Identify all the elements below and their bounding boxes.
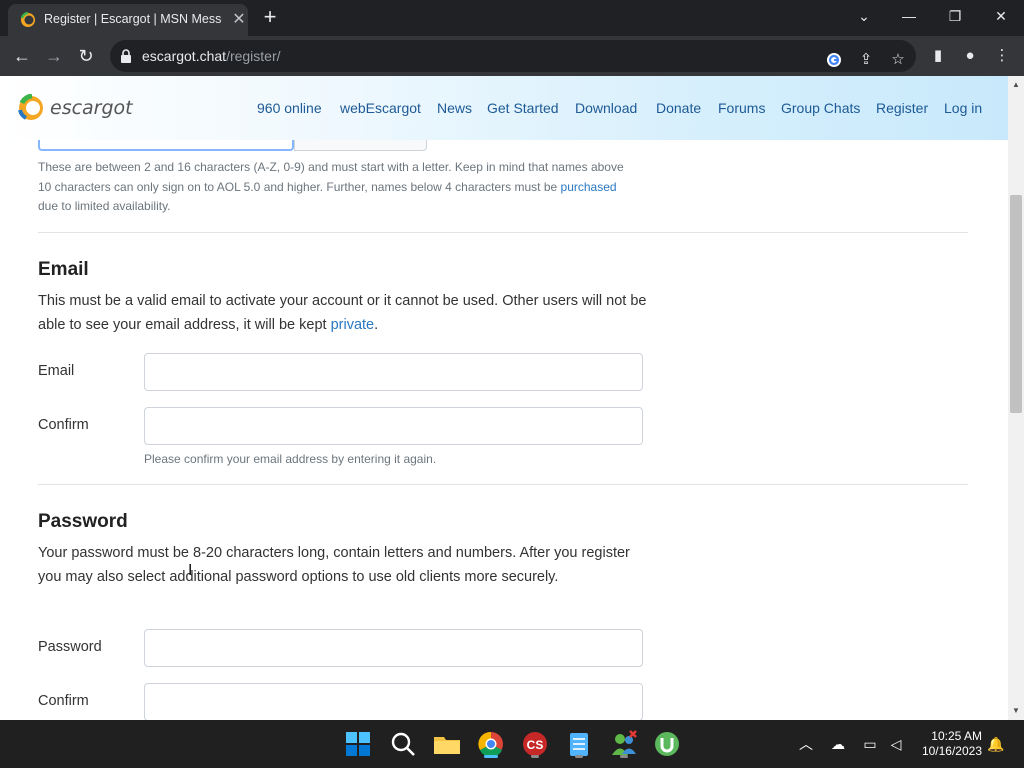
nav-online-count[interactable]: 960 online — [257, 100, 322, 116]
email-desc-end: . — [374, 317, 379, 333]
scrollbar-thumb[interactable] — [1010, 195, 1022, 413]
onedrive-icon[interactable]: ☁ — [828, 734, 848, 754]
url-host: escargot.chat — [142, 48, 227, 64]
browser-tab-strip: Register | Escargot | MSN Messenger ✕ + … — [0, 0, 1024, 36]
username-hint: These are between 2 and 16 characters (A… — [38, 158, 638, 217]
url-path: /register/ — [226, 48, 281, 64]
scroll-up-icon[interactable]: ▲ — [1008, 78, 1024, 92]
nav-register[interactable]: Register — [876, 100, 928, 116]
nav-news[interactable]: News — [437, 100, 472, 116]
site-header: escargot 960 online webEscargot News Get… — [0, 76, 1008, 140]
minimize-icon[interactable]: — — [895, 4, 923, 28]
svg-text:CS: CS — [527, 738, 544, 752]
private-link[interactable]: private — [331, 317, 375, 333]
nav-donate[interactable]: Donate — [656, 100, 701, 116]
nav-group-chats[interactable]: Group Chats — [781, 100, 860, 116]
tab-search-icon[interactable]: ⌄ — [850, 4, 878, 28]
cs-app-icon[interactable]: CS — [519, 728, 551, 760]
nav-webescargot[interactable]: webEscargot — [340, 100, 421, 116]
password-confirm-field[interactable] — [144, 683, 643, 720]
lock-icon — [121, 49, 131, 63]
chrome-taskbar-icon[interactable] — [475, 728, 507, 760]
utorrent-icon[interactable] — [651, 728, 683, 760]
file-explorer-icon[interactable] — [431, 728, 463, 760]
clock-date: 10/16/2023 — [921, 744, 982, 758]
windows-logo-icon — [346, 732, 370, 756]
restore-icon[interactable]: ❐ — [941, 4, 969, 28]
email-description: This must be a valid email to activate y… — [38, 289, 648, 337]
start-button[interactable] — [342, 728, 374, 760]
email-confirm-hint: Please confirm your email address by ent… — [144, 452, 437, 466]
password-description: Your password must be 8-20 characters lo… — [38, 545, 630, 585]
email-heading: Email — [38, 259, 89, 280]
email-field[interactable] — [144, 353, 643, 391]
password-confirm-label: Confirm — [38, 693, 89, 709]
notifications-bell-icon[interactable]: 🔔 — [986, 734, 1006, 754]
email-confirm-field[interactable] — [144, 407, 643, 445]
username-hint-text-end: due to limited availability. — [38, 199, 171, 213]
google-icon[interactable] — [822, 48, 846, 72]
email-label: Email — [38, 363, 75, 379]
browser-tab[interactable]: Register | Escargot | MSN Messenger ✕ — [8, 4, 248, 36]
section-divider — [38, 484, 968, 485]
tab-title: Register | Escargot | MSN Messenger — [44, 12, 222, 26]
brand-name[interactable]: escargot — [50, 97, 133, 119]
network-icon[interactable]: ▭ — [860, 734, 880, 754]
taskbar-search-icon[interactable] — [387, 728, 419, 760]
nav-download[interactable]: Download — [575, 100, 637, 116]
menu-icon[interactable]: ⋮ — [990, 44, 1014, 68]
windows-taskbar: CS ︿ ☁ ▭ ◁ 10:25 AM 10/16/2023 🔔 — [0, 720, 1024, 768]
nav-forums[interactable]: Forums — [718, 100, 765, 116]
notepad-icon[interactable] — [563, 728, 595, 760]
volume-icon[interactable]: ◁ — [886, 734, 906, 754]
password-label: Password — [38, 639, 102, 655]
password-heading: Password — [38, 511, 128, 532]
forward-icon[interactable]: → — [40, 42, 68, 70]
section-divider — [38, 232, 968, 233]
escargot-logo-icon[interactable] — [18, 94, 44, 122]
profile-icon[interactable]: ● — [958, 44, 982, 68]
password-field[interactable] — [144, 629, 643, 667]
show-hidden-icons-icon[interactable]: ︿ — [796, 734, 816, 754]
bookmark-star-icon[interactable]: ☆ — [886, 48, 910, 72]
username-hint-text: These are between 2 and 16 characters (A… — [38, 160, 624, 194]
browser-toolbar: ← → ↻ escargot.chat/register/ ⇪ ☆ ▮ ● ⋮ — [0, 36, 1024, 76]
messenger-app-icon[interactable] — [608, 728, 640, 760]
text-cursor-icon: I — [188, 561, 193, 579]
reload-icon[interactable]: ↻ — [72, 42, 100, 70]
url-text: escargot.chat/register/ — [142, 48, 281, 64]
nav-log-in[interactable]: Log in — [944, 100, 982, 116]
escargot-favicon-icon — [20, 12, 35, 27]
page-viewport: escargot 960 online webEscargot News Get… — [0, 76, 1008, 720]
clock-time: 10:25 AM — [931, 729, 982, 743]
email-confirm-label: Confirm — [38, 417, 89, 433]
back-icon[interactable]: ← — [8, 42, 36, 70]
scroll-down-icon[interactable]: ▼ — [1008, 704, 1024, 718]
purchased-link[interactable]: purchased — [561, 180, 617, 194]
side-panel-icon[interactable]: ▮ — [926, 44, 950, 68]
new-tab-icon[interactable]: + — [258, 6, 282, 30]
tab-close-icon[interactable]: ✕ — [230, 11, 248, 29]
address-bar[interactable]: escargot.chat/register/ ⇪ ☆ — [110, 40, 916, 72]
nav-get-started[interactable]: Get Started — [487, 100, 559, 116]
share-icon[interactable]: ⇪ — [854, 48, 878, 72]
taskbar-clock[interactable]: 10:25 AM 10/16/2023 — [916, 729, 982, 759]
close-window-icon[interactable]: ✕ — [987, 4, 1015, 28]
